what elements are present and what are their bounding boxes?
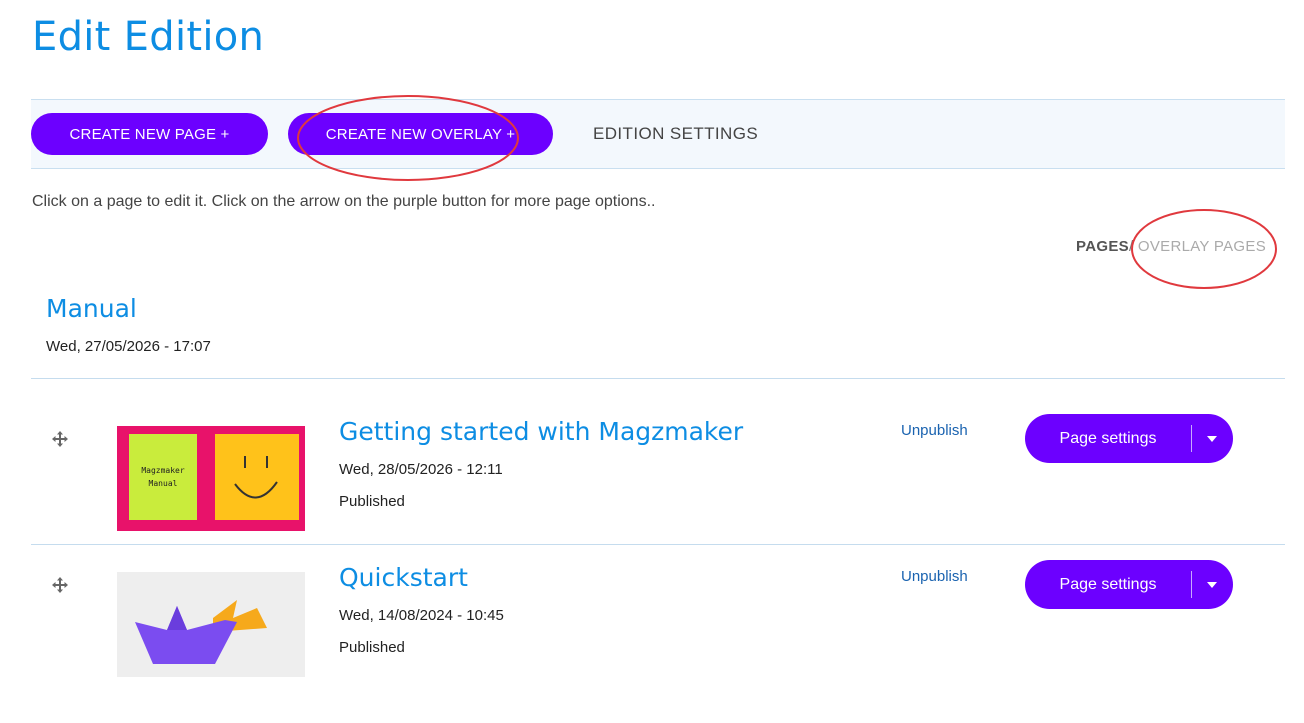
page-thumbnail[interactable]: Magzmaker Manual: [117, 426, 305, 531]
divider: [31, 544, 1285, 545]
toggle-separator: /: [1128, 238, 1134, 255]
page-date: Wed, 14/08/2024 - 10:45: [339, 607, 504, 624]
page-date: Wed, 28/05/2026 - 12:11: [339, 461, 503, 478]
list-item: Quickstart Wed, 14/08/2024 - 10:45 Publi…: [31, 560, 1285, 723]
group-title: Manual: [46, 294, 137, 323]
page-settings-button: Page settings: [1025, 560, 1233, 609]
chevron-down-icon[interactable]: [1192, 414, 1232, 463]
thumb-text-2: Manual: [149, 479, 178, 488]
overlay-pages-toggle[interactable]: OVERLAY PAGES: [1138, 238, 1266, 255]
instructions-text: Click on a page to edit it. Click on the…: [32, 193, 656, 210]
thumb-text-1: Magzmaker: [141, 466, 185, 475]
edition-settings-tab[interactable]: EDITION SETTINGS: [593, 124, 758, 144]
unpublish-link[interactable]: Unpublish: [901, 568, 968, 585]
create-new-overlay-button[interactable]: CREATE NEW OVERLAY +: [288, 113, 553, 155]
chevron-down-icon[interactable]: [1192, 560, 1232, 609]
pages-toggle[interactable]: PAGES: [1076, 238, 1129, 255]
move-arrows-icon[interactable]: [51, 576, 69, 594]
list-item: Magzmaker Manual Getting started with Ma…: [31, 414, 1285, 577]
page-status: Published: [339, 493, 405, 510]
group-date: Wed, 27/05/2026 - 17:07: [46, 338, 211, 355]
page-settings-label[interactable]: Page settings: [1025, 560, 1191, 609]
unpublish-link[interactable]: Unpublish: [901, 422, 968, 439]
page-settings-button: Page settings: [1025, 414, 1233, 463]
page-title-link[interactable]: Quickstart: [339, 563, 468, 592]
page-settings-label[interactable]: Page settings: [1025, 414, 1191, 463]
create-new-page-button[interactable]: CREATE NEW PAGE +: [31, 113, 268, 155]
page-title-link[interactable]: Getting started with Magzmaker: [339, 417, 743, 446]
move-arrows-icon[interactable]: [51, 430, 69, 448]
page-title: Edit Edition: [32, 14, 265, 60]
toolbar: CREATE NEW PAGE + CREATE NEW OVERLAY + E…: [31, 99, 1285, 169]
view-toggle: PAGES/ OVERLAY PAGES: [1076, 238, 1266, 255]
page-thumbnail[interactable]: [117, 572, 305, 677]
divider: [31, 378, 1285, 379]
